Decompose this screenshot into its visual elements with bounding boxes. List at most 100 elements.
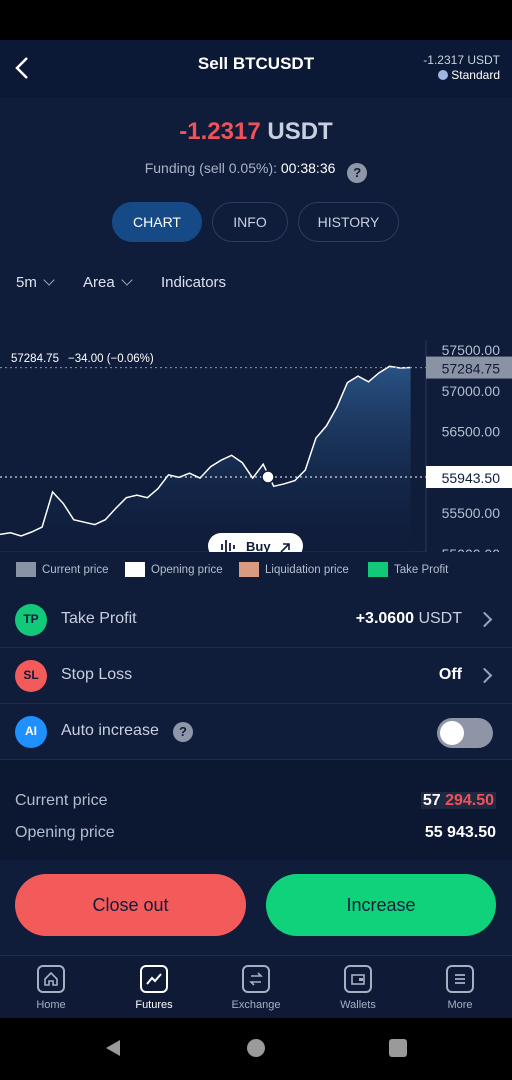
tab-bar: CHART INFO HISTORY [0,202,512,244]
top-header: Sell BTCUSDT -1.2317 USDT Standard [0,40,512,98]
tp-unit: USDT [418,610,462,627]
chart-type-label: Area [83,274,115,291]
y-tick-label: 57000.00 [442,383,501,399]
legend-label: Take Profit [394,563,449,576]
account-summary[interactable]: -1.2317 USDT Standard [423,53,500,83]
funding-countdown: 00:38:36 [280,160,336,176]
opening-price-value: 55 943.50 [424,824,496,841]
legend-swatch [239,562,259,577]
nav-home-label: Home [36,999,66,1011]
chart-info-price: 57284.75 [11,353,59,365]
nav-futures[interactable]: Futures [114,965,194,1011]
exchange-icon [242,965,270,993]
nav-wallets-label: Wallets [340,999,376,1011]
sl-badge: SL [15,660,47,692]
chart-icon [140,965,168,993]
opening-price-label: Opening price [15,824,115,841]
chart-type-select[interactable]: Area [83,274,133,291]
app-screen: Sell BTCUSDT -1.2317 USDT Standard -1.23… [0,40,512,1018]
increase-button[interactable]: Increase [266,874,496,936]
ai-badge: AI [15,716,47,748]
nav-more[interactable]: More [420,965,500,1011]
y-tick-label: 55500.00 [442,505,501,521]
nav-exchange-label: Exchange [231,999,281,1011]
legend-swatch [368,562,388,577]
tab-history[interactable]: HISTORY [298,202,399,242]
nav-wallets[interactable]: Wallets [318,965,398,1011]
funding-label: Funding (sell 0.05%): [144,160,277,176]
buy-button-label: Buy [246,539,271,552]
tab-info[interactable]: INFO [212,202,288,242]
price-summary: Current price 57 294.50 Opening price 55… [0,760,512,860]
tp-amount: +3.0600 [355,610,414,627]
tab-chart[interactable]: CHART [112,202,202,242]
current-price-tag-label: 57284.75 [442,361,501,377]
buy-button[interactable]: Buy [208,533,303,552]
home-icon [37,965,65,993]
y-tick-label: 57500.00 [442,342,501,358]
legend-swatch [16,562,36,577]
auto-increase-label: Auto increase [61,722,159,739]
recents-square-icon[interactable] [389,1039,407,1057]
stop-loss-label: Stop Loss [61,666,133,683]
legend-label: Current price [42,563,109,576]
funding-info: Funding (sell 0.05%): 00:38:36 ? [0,160,512,183]
take-profit-row[interactable]: TP Take Profit +3.0600 USDT [0,592,512,648]
tp-badge: TP [15,604,47,636]
nav-home[interactable]: Home [11,965,91,1011]
chart-toolbar: 5m Area Indicators [0,274,512,296]
system-nav-bar [0,1018,512,1080]
pnl-display: -1.2317 USDT [0,118,512,146]
legend-swatch [125,562,145,577]
chevron-right-icon [476,611,493,628]
interval-label: 5m [16,274,37,291]
auto-increase-row: AI Auto increase ? [0,704,512,760]
auto-increase-toggle[interactable] [437,718,493,748]
help-icon[interactable]: ? [347,163,368,183]
account-dot-icon [438,70,449,80]
legend-item: Opening price [125,562,223,577]
legend-item: Liquidation price [239,562,349,577]
y-tick-label: 56500.00 [442,424,501,440]
toggle-knob [440,721,464,745]
header-pnl: -1.2317 USDT [423,53,500,67]
price-area [0,366,411,552]
chart-legend: Current price Opening price Liquidation pr… [0,562,512,582]
nav-more-label: More [447,999,473,1011]
home-circle-icon[interactable] [247,1039,265,1057]
opening-price-tag-label: 55943.50 [442,470,501,486]
legend-label: Opening price [151,563,223,576]
chevron-down-icon [43,274,55,286]
status-bar [0,0,512,40]
stop-loss-row[interactable]: SL Stop Loss Off [0,648,512,704]
y-tick-label: 55000.00 [442,546,501,552]
legend-item: Take Profit [368,562,448,577]
chart-info-change: −34.00 (−0.06%) [68,353,154,365]
current-price-int: 57 [422,792,441,809]
bottom-nav: Home Futures Exchange Wallets More [0,955,512,1018]
pnl-unit: USDT [267,118,333,145]
chevron-right-icon [476,667,493,684]
legend-label: Liquidation price [265,563,349,576]
take-profit-value: +3.0600 USDT [356,610,462,628]
legend-item: Current price [16,562,108,577]
current-price-label: Current price [15,792,108,809]
nav-exchange[interactable]: Exchange [216,965,296,1011]
chevron-down-icon [121,274,133,286]
nav-futures-label: Futures [135,999,173,1011]
indicators-button[interactable]: Indicators [161,274,226,291]
entry-marker-icon [261,470,275,484]
stop-loss-value: Off [438,666,462,683]
back-triangle-icon[interactable] [103,1038,123,1058]
wallet-icon [344,965,372,993]
current-price-dec: 294.50 [445,792,494,809]
interval-select[interactable]: 5m [16,274,55,291]
help-icon[interactable]: ? [173,722,193,742]
pnl-value: -1.2317 [179,118,261,145]
take-profit-label: Take Profit [61,610,137,627]
price-chart[interactable]: 57500.0057000.0056500.0056000.0055500.00… [0,300,512,552]
account-type: Standard [451,68,500,82]
current-price-value: 57 294.50 [420,792,496,810]
close-out-button[interactable]: Close out [15,874,246,936]
menu-icon [446,965,474,993]
